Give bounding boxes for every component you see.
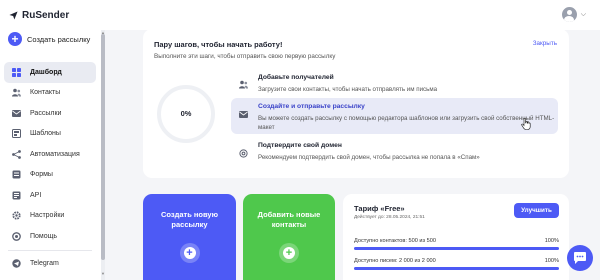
create-mailing-label: Создать рассылку xyxy=(27,34,91,44)
automation-icon xyxy=(12,149,21,159)
grid-icon xyxy=(12,67,21,77)
step-create-mailing[interactable]: Создайте и отправьте рассылку Вы можете … xyxy=(231,98,558,134)
step-verify-domain[interactable]: Подтвердите свой домен Рекомендуем подтв… xyxy=(231,137,558,166)
onboarding-title: Пару шагов, чтобы начать работу! xyxy=(154,40,283,49)
paper-plane-icon xyxy=(9,11,18,20)
sidebar-item-label: Telegram xyxy=(30,260,59,268)
sidebar-item-mailings[interactable]: Рассылки xyxy=(4,103,96,124)
sidebar-item-automation[interactable]: Автоматизация xyxy=(4,144,96,165)
sidebar-item-label: Рассылки xyxy=(30,109,62,117)
templates-icon xyxy=(12,129,21,139)
sidebar-item-settings[interactable]: Настройки xyxy=(4,206,96,227)
contacts-quota-percent: 100% xyxy=(544,238,559,244)
sidebar-item-api[interactable]: API xyxy=(4,185,96,206)
sidebar-item-label: Шаблоны xyxy=(30,130,61,138)
letters-quota-bar xyxy=(354,267,559,270)
contacts-quota-bar xyxy=(354,247,559,250)
sidebar-scrollbar-thumb[interactable] xyxy=(101,34,105,260)
tariff-title: Тариф «Free» xyxy=(354,204,405,213)
sidebar-item-label: Контакты xyxy=(30,89,61,97)
avatar[interactable] xyxy=(561,7,577,22)
scroll-down-icon[interactable]: ▼ xyxy=(101,271,105,276)
help-icon xyxy=(12,231,21,241)
logo[interactable]: RuSender xyxy=(9,10,69,21)
step-description: Вы можете создать рассылку с помощью ред… xyxy=(258,115,555,131)
sidebar-item-label: Дашборд xyxy=(30,68,62,76)
step-description: Загрузите свои контакты, чтобы начать от… xyxy=(258,86,438,93)
contacts-quota-label: Доступно контактов: 500 из 500 xyxy=(354,238,436,244)
letters-quota-label: Доступно писем: 2 000 из 2 000 xyxy=(354,258,436,264)
progress-percent: 0% xyxy=(180,109,192,118)
step-title: Создайте и отправьте рассылку xyxy=(258,103,365,110)
forms-icon xyxy=(12,170,21,179)
sidebar-nav: Дашборд Контакты Рассылки Шаблоны Автома… xyxy=(4,62,96,274)
step-add-recipients[interactable]: Добавьте получателей Загрузите свои конт… xyxy=(231,69,558,98)
sidebar-item-label: Настройки xyxy=(30,212,65,220)
step-title: Добавьте получателей xyxy=(258,74,334,81)
settings-icon xyxy=(12,211,21,220)
sidebar-item-label: Формы xyxy=(30,171,53,179)
step-description: Рекомендуем подтвердить свой домен, чтоб… xyxy=(258,154,480,161)
sidebar-item-telegram[interactable]: Telegram xyxy=(4,254,96,275)
step-title: Подтвердите свой домен xyxy=(258,142,342,149)
upgrade-button[interactable]: Улучшить xyxy=(514,203,559,218)
hand-cursor-icon xyxy=(521,118,531,130)
sidebar-item-forms[interactable]: Формы xyxy=(4,165,96,186)
sidebar-item-label: API xyxy=(30,191,42,199)
mailings-icon xyxy=(12,109,21,118)
sidebar-item-label: Помощь xyxy=(30,232,58,240)
tariff-card: Тариф «Free» Действует до: 28.05.2024, 2… xyxy=(343,194,569,280)
sidebar-item-label: Автоматизация xyxy=(30,150,80,158)
chat-widget-button[interactable] xyxy=(567,245,593,271)
onboarding-card: Пару шагов, чтобы начать работу! Выполни… xyxy=(143,29,569,178)
api-icon xyxy=(12,191,21,200)
plus-icon: + xyxy=(279,243,299,263)
contacts-icon xyxy=(12,88,21,97)
user-menu[interactable]: ⌵ xyxy=(561,7,586,22)
sidebar-item-contacts[interactable]: Контакты xyxy=(4,83,96,104)
top-bar: RuSender ⌵ xyxy=(0,0,600,30)
close-onboarding-link[interactable]: Закрыть xyxy=(533,40,557,47)
create-mailing-button[interactable]: + Создать рассылку xyxy=(8,32,90,46)
chat-icon xyxy=(574,252,586,264)
sidebar: + Создать рассылку Дашборд Контакты Расс… xyxy=(0,30,102,280)
letters-quota-fill xyxy=(354,267,559,270)
at-icon xyxy=(239,145,248,158)
card-title: Добавить новые контакты xyxy=(257,210,321,229)
plus-icon: + xyxy=(179,243,200,263)
chevron-down-icon: ⌵ xyxy=(580,10,586,18)
telegram-icon xyxy=(12,259,21,268)
plus-icon: + xyxy=(8,32,22,46)
sidebar-item-dashboard[interactable]: Дашборд xyxy=(4,62,96,83)
logo-text: RuSender xyxy=(22,10,70,21)
contacts-icon xyxy=(239,76,248,89)
onboarding-subtitle: Выполните эти шаги, чтобы отправить свою… xyxy=(154,53,336,60)
scroll-up-icon[interactable]: ▲ xyxy=(101,30,105,35)
create-mailing-card[interactable]: Создать новую рассылку + xyxy=(143,194,236,280)
card-title: Создать новую рассылку xyxy=(160,210,219,229)
contacts-quota-fill xyxy=(354,247,559,250)
add-contacts-card[interactable]: Добавить новые контакты + xyxy=(243,194,335,280)
sidebar-item-help[interactable]: Помощь xyxy=(4,226,96,247)
mailings-icon xyxy=(239,106,248,118)
tariff-valid-until: Действует до: 28.05.2024, 21:51 xyxy=(354,215,425,220)
divider xyxy=(8,249,92,251)
sidebar-item-templates[interactable]: Шаблоны xyxy=(4,124,96,145)
letters-quota-percent: 100% xyxy=(544,258,559,264)
